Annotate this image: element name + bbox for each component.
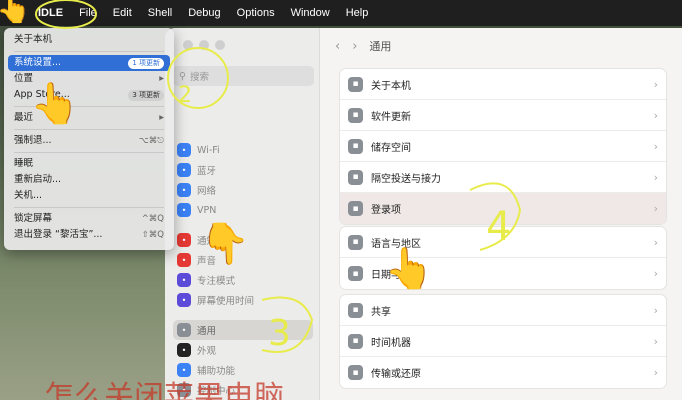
step-number-3: 3 [268, 313, 291, 354]
step-number-2: 2 [178, 83, 192, 108]
step-number-4: 4 [486, 204, 511, 250]
pointing-hand-icon: 👆 [0, 0, 31, 25]
annotation-scribbles: 2 3 4 [35, 0, 522, 354]
pointing-hand-icon: 👇 [200, 221, 250, 267]
highlight-circle-step2 [167, 47, 229, 109]
pointing-hand-icon: 👆 [384, 246, 434, 292]
pointing-hand-icon: 👆 [30, 81, 80, 127]
highlight-circle-idle [35, 0, 97, 29]
